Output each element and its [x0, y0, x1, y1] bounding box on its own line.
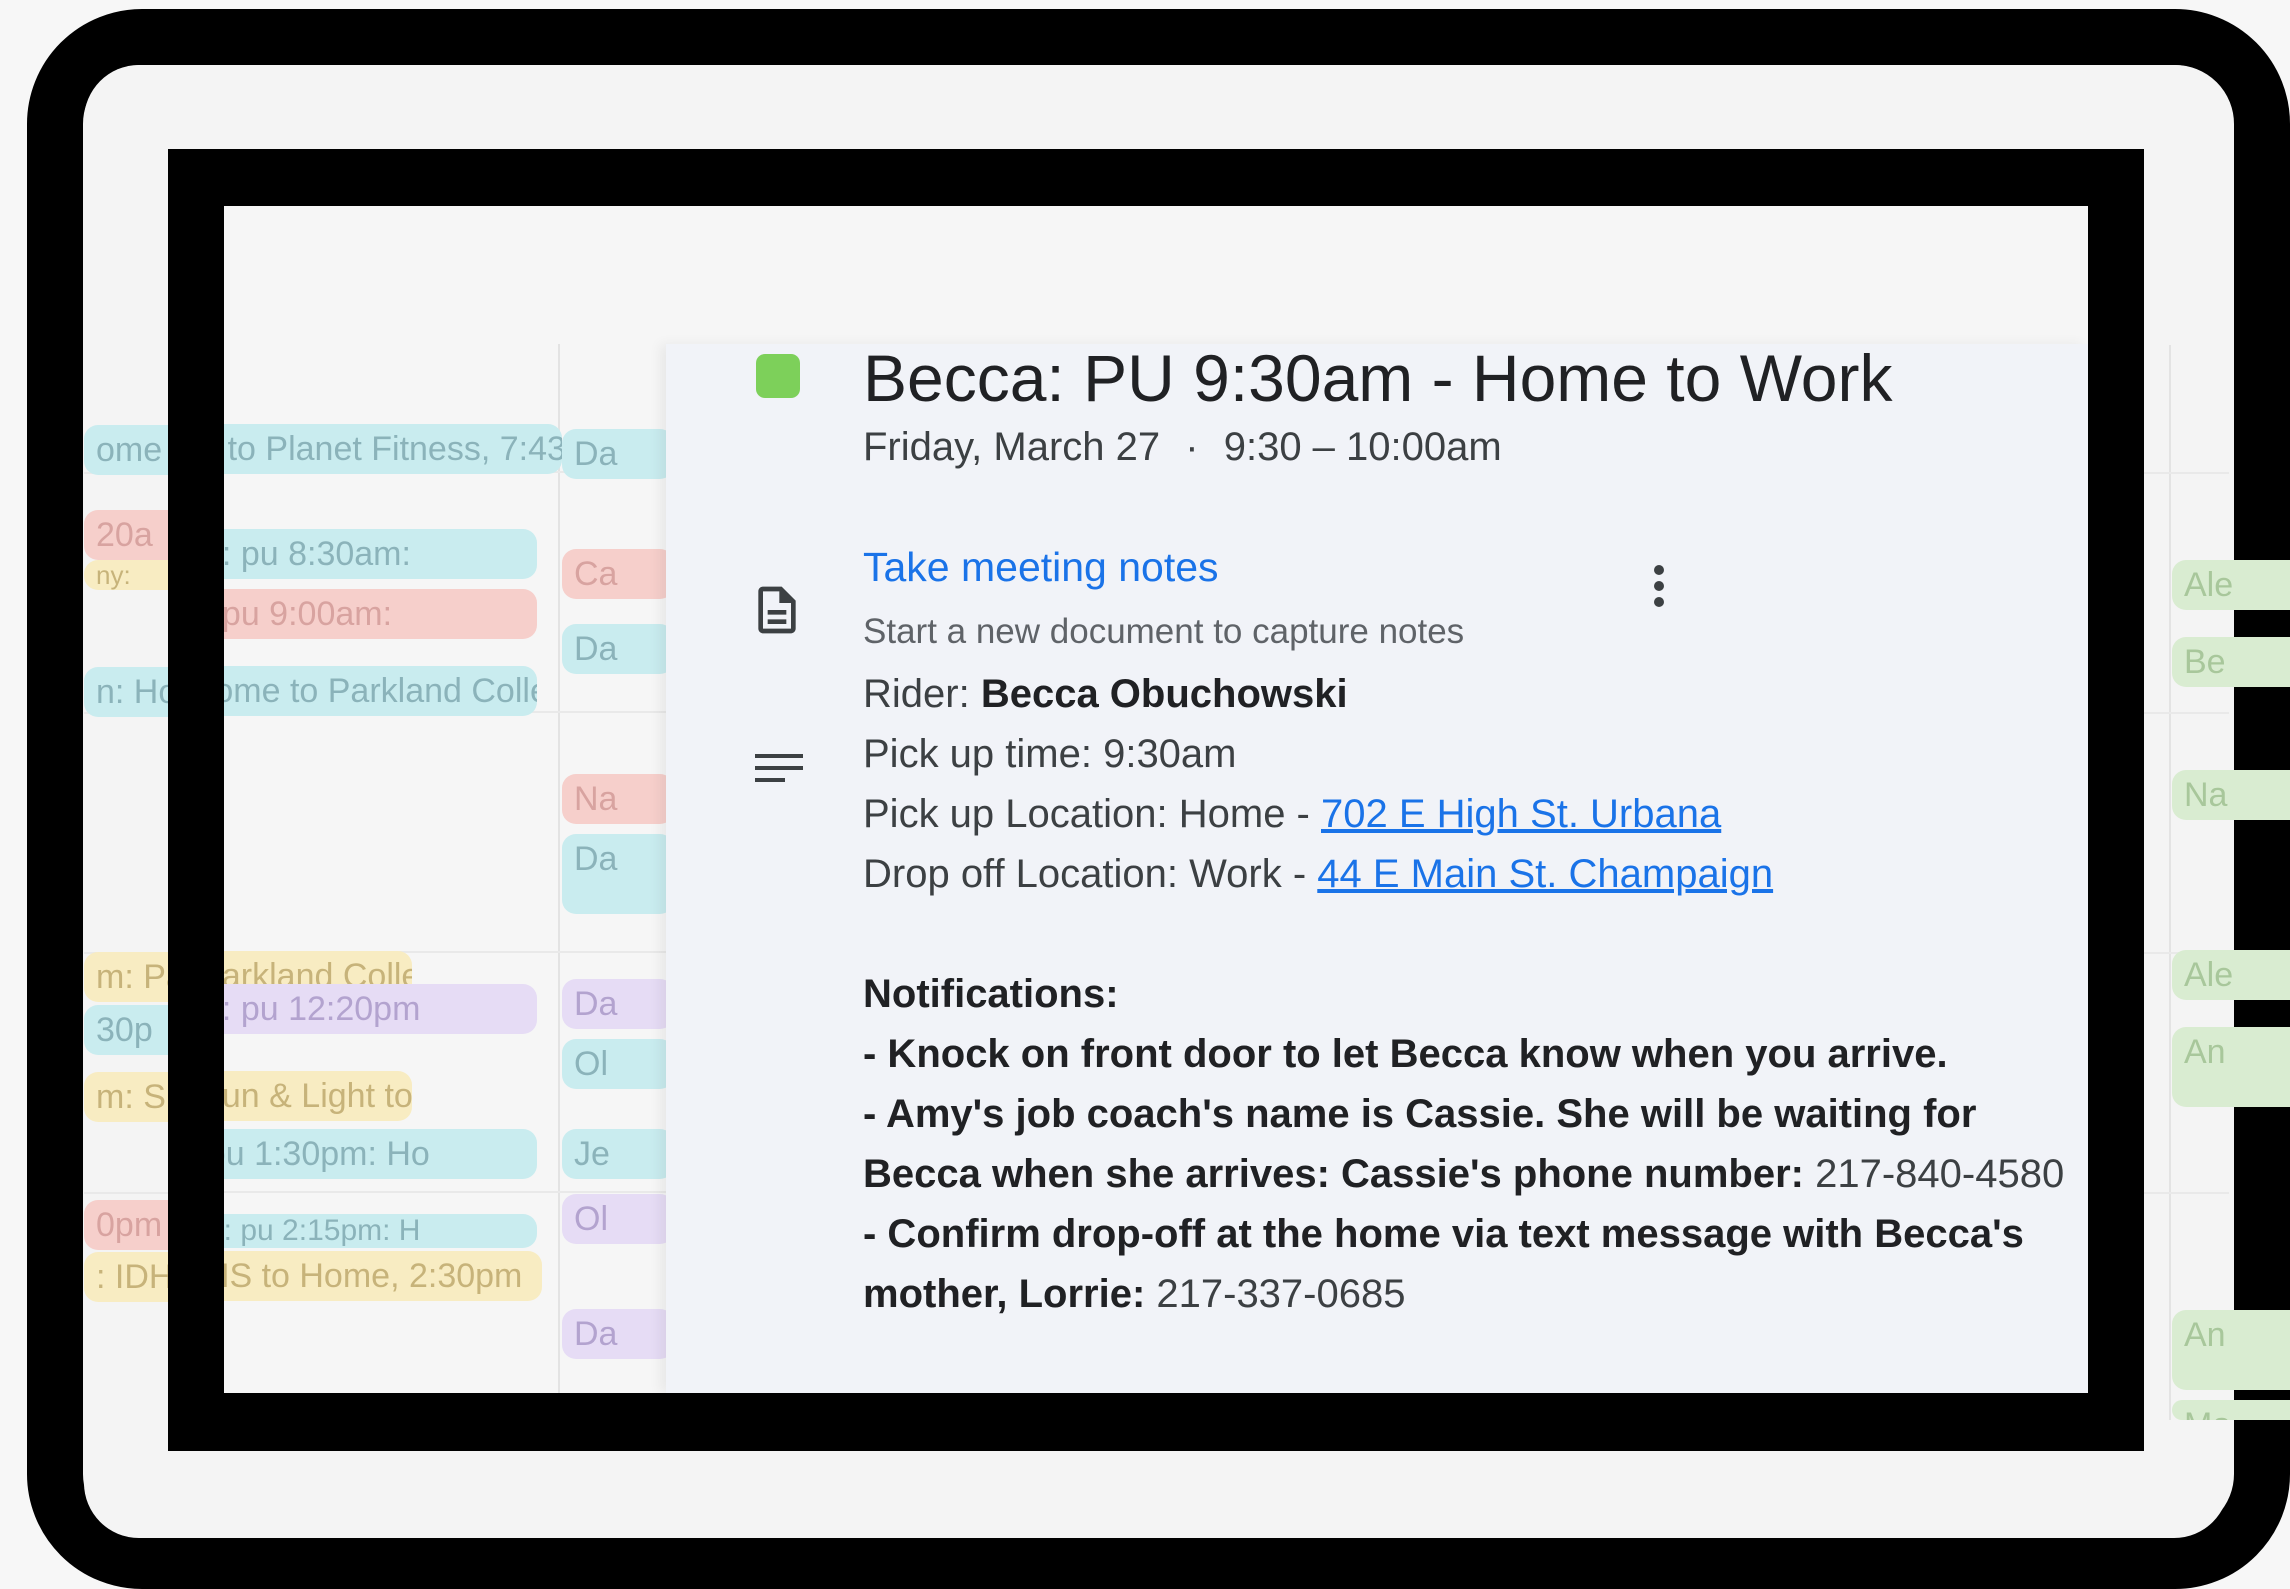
calendar-event-chip[interactable]: Da [562, 834, 674, 914]
calendar-event-chip[interactable]: Da [562, 979, 674, 1029]
dropoff-address-link[interactable]: 44 E Main St. Champaign [1317, 852, 1773, 896]
notification-text: - Knock on front door to let Becca know … [863, 1032, 1948, 1076]
calendar-event-chip[interactable]: Na [562, 774, 674, 824]
more-vert-icon[interactable] [1644, 556, 1674, 616]
event-description: Rider: Becca Obuchowski Pick up time: 9:… [863, 664, 2078, 1324]
event-color-swatch [756, 354, 800, 398]
event-details-panel: Becca: PU 9:30am - Home to Work Friday, … [666, 344, 2088, 1393]
pickup-time-line: Pick up time: 9:30am [863, 732, 1237, 776]
calendar-event-chip[interactable]: Ol [562, 1194, 674, 1244]
calendar-event-chip[interactable]: Da [562, 429, 674, 479]
calendar-event-chip[interactable]: An [2172, 1310, 2290, 1390]
notifications-heading: Notifications: [863, 964, 2078, 1024]
phone-number: 217-840-4580 [1803, 1152, 2065, 1196]
calendar-event-chip[interactable]: ome to Planet Fitness, 7:43a [224, 424, 562, 474]
calendar-event-chip[interactable]: Ma [2172, 1400, 2290, 1420]
rider-label: Rider: [863, 672, 981, 716]
document-icon [749, 582, 805, 638]
calendar-event-chip[interactable]: Ale [2172, 950, 2290, 1000]
dropoff-location-label: Drop off Location: Work - [863, 852, 1318, 896]
event-date: Friday, March 27 [863, 425, 1161, 469]
calendar-event-chip[interactable]: n: Home to Parkland Colleg [224, 666, 537, 716]
calendar-event-chip[interactable]: Ale [2172, 560, 2290, 610]
notification-text: - Confirm drop-off at the home via text … [863, 1212, 2024, 1316]
dropoff-location-line: Drop off Location: Work - 44 E Main St. … [863, 844, 2078, 904]
day-divider [558, 344, 560, 1393]
event-time: 9:30 – 10:00am [1223, 425, 1502, 469]
phone-number: 217-337-0685 [1145, 1272, 1406, 1316]
calendar-event-chip[interactable]: Ol [562, 1039, 674, 1089]
rider-name: Becca Obuchowski [980, 672, 1348, 716]
calendar-event-chip[interactable]: Ca [562, 549, 674, 599]
calendar-event-chip[interactable]: allas: pu 12:20pm [224, 984, 537, 1034]
pickup-location-label: Pick up Location: Home - [863, 792, 1321, 836]
rider-line: Rider: Becca Obuchowski [863, 664, 2078, 724]
notification-item: - Amy's job coach's name is Cassie. She … [863, 1084, 2078, 1204]
notification-item: - Knock on front door to let Becca know … [863, 1024, 2078, 1084]
calendar-event-chip[interactable]: allas: pu 8:30am: [224, 529, 537, 579]
event-title: Becca: PU 9:30am - Home to Work [863, 344, 1893, 415]
notifications-heading-text: Notifications: [863, 972, 1119, 1016]
notification-item: - Confirm drop-off at the home via text … [863, 1204, 2078, 1324]
hour-line [224, 1191, 666, 1193]
calendar-event-chip[interactable]: Je [562, 1129, 674, 1179]
calendar-event-chip[interactable]: Da [562, 624, 674, 674]
take-meeting-notes-link[interactable]: Take meeting notes [863, 544, 1219, 591]
pickup-location-line: Pick up Location: Home - 702 E High St. … [863, 784, 2078, 844]
calendar-event-chip[interactable]: m: Sun & Light to I [224, 1071, 412, 1121]
calendar-event-chip[interactable]: Be [2172, 637, 2290, 687]
calendar-event-chip[interactable]: ay: pu 1:30pm: Ho [224, 1129, 537, 1179]
datetime-separator: · [1185, 425, 1199, 469]
calendar-event-chip[interactable]: Da [562, 1309, 674, 1359]
calendar-event-chip[interactable]: atrick: pu 2:15pm: H [224, 1214, 537, 1248]
event-datetime: Friday, March 27 · 9:30 – 10:00am [863, 425, 1502, 470]
zoomed-view: ome to Planet Fitness, 7:43a allas: pu 8… [224, 206, 2088, 1393]
day-divider [2169, 345, 2171, 1420]
calendar-event-chip[interactable]: An [2172, 1027, 2290, 1107]
calendar-event-chip[interactable]: alik: pu 9:00am: [224, 589, 537, 639]
meeting-notes-subtitle: Start a new document to capture notes [863, 612, 1465, 651]
pickup-address-link[interactable]: 702 E High St. Urbana [1321, 792, 1721, 836]
description-icon [749, 746, 809, 794]
calendar-event-chip[interactable]: Na [2172, 770, 2290, 820]
calendar-event-chip[interactable]: : IDHS to Home, 2:30pm [224, 1251, 542, 1301]
